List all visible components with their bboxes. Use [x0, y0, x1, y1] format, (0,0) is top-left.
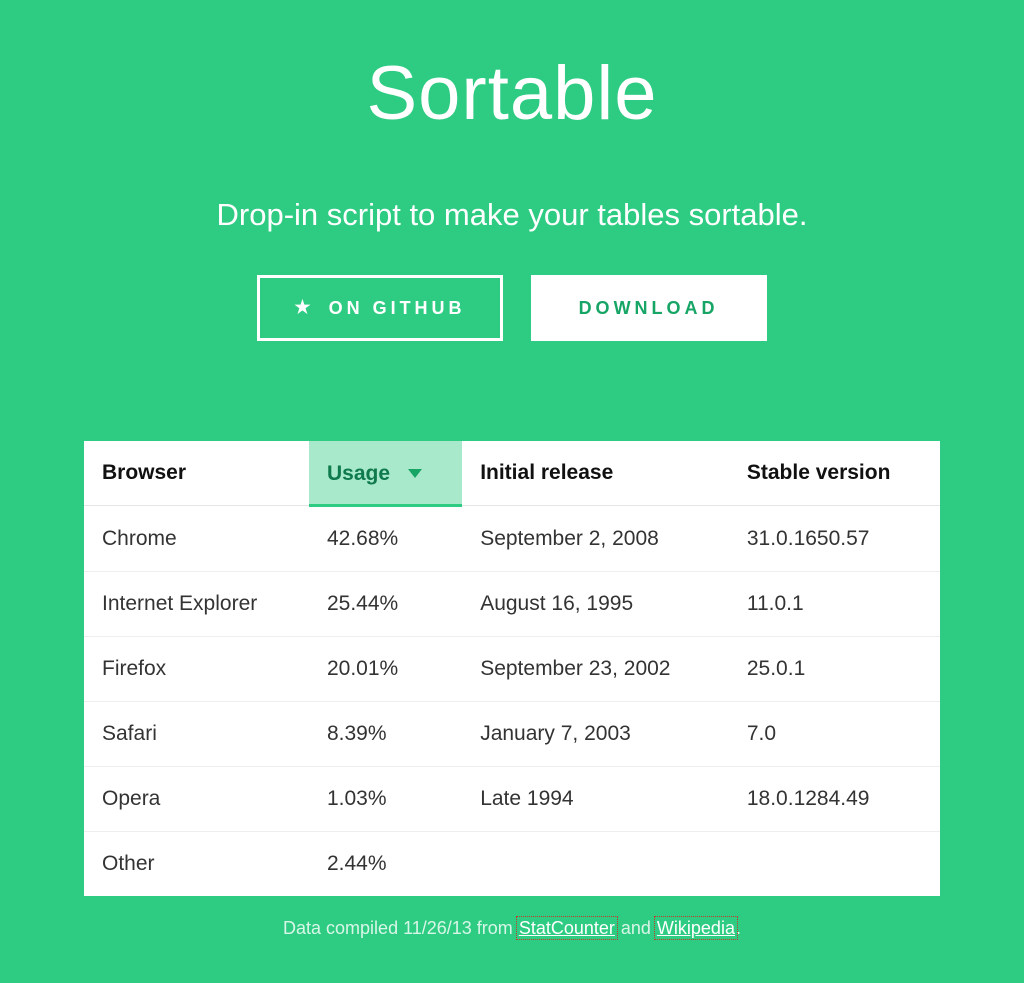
- cell-stable-version: 11.0.1: [729, 572, 940, 637]
- footnote-separator: and: [616, 918, 656, 938]
- cell-stable-version: 25.0.1: [729, 637, 940, 702]
- download-button[interactable]: Download: [531, 275, 767, 341]
- column-header-label: Browser: [102, 461, 186, 484]
- cell-usage: 25.44%: [309, 572, 462, 637]
- cell-usage: 20.01%: [309, 637, 462, 702]
- cell-stable-version: 31.0.1650.57: [729, 506, 940, 572]
- cell-stable-version: [729, 832, 940, 897]
- column-header-label: Stable version: [747, 461, 891, 484]
- button-row: ★ On GitHub Download: [0, 275, 1024, 341]
- cell-browser: Internet Explorer: [84, 572, 309, 637]
- cell-initial-release: September 23, 2002: [462, 637, 729, 702]
- browsers-table: Browser Usage Initial release Stable ver…: [84, 441, 940, 896]
- cell-browser: Safari: [84, 702, 309, 767]
- cell-usage: 42.68%: [309, 506, 462, 572]
- sort-desc-icon: [408, 469, 422, 478]
- table-row: Firefox 20.01% September 23, 2002 25.0.1: [84, 637, 940, 702]
- github-button[interactable]: ★ On GitHub: [257, 275, 502, 341]
- cell-browser: Opera: [84, 767, 309, 832]
- cell-browser: Chrome: [84, 506, 309, 572]
- footnote-link-statcounter[interactable]: StatCounter: [518, 918, 616, 938]
- table-row: Internet Explorer 25.44% August 16, 1995…: [84, 572, 940, 637]
- column-header-label: Usage: [327, 462, 390, 485]
- page-subtitle: Drop-in script to make your tables sorta…: [0, 197, 1024, 233]
- cell-usage: 1.03%: [309, 767, 462, 832]
- star-icon: ★: [294, 297, 314, 318]
- footnote-link-wikipedia[interactable]: Wikipedia: [656, 918, 736, 938]
- cell-initial-release: January 7, 2003: [462, 702, 729, 767]
- cell-initial-release: Late 1994: [462, 767, 729, 832]
- column-header-usage[interactable]: Usage: [309, 441, 462, 506]
- cell-stable-version: 7.0: [729, 702, 940, 767]
- cell-initial-release: August 16, 1995: [462, 572, 729, 637]
- table-row: Chrome 42.68% September 2, 2008 31.0.165…: [84, 506, 940, 572]
- column-header-initial-release[interactable]: Initial release: [462, 441, 729, 506]
- cell-browser: Firefox: [84, 637, 309, 702]
- table-row: Opera 1.03% Late 1994 18.0.1284.49: [84, 767, 940, 832]
- footnote-prefix: Data compiled 11/26/13 from: [283, 918, 518, 938]
- table-row: Other 2.44%: [84, 832, 940, 897]
- download-button-label: Download: [579, 298, 719, 319]
- footnote-suffix: .: [736, 918, 741, 938]
- cell-initial-release: [462, 832, 729, 897]
- page-title: Sortable: [0, 50, 1024, 137]
- cell-usage: 2.44%: [309, 832, 462, 897]
- footnote: Data compiled 11/26/13 from StatCounter …: [84, 918, 940, 939]
- cell-initial-release: September 2, 2008: [462, 506, 729, 572]
- table-body: Chrome 42.68% September 2, 2008 31.0.165…: [84, 506, 940, 897]
- column-header-label: Initial release: [480, 461, 613, 484]
- cell-usage: 8.39%: [309, 702, 462, 767]
- table-header-row: Browser Usage Initial release Stable ver…: [84, 441, 940, 506]
- column-header-browser[interactable]: Browser: [84, 441, 309, 506]
- github-button-label: On GitHub: [329, 298, 466, 319]
- cell-stable-version: 18.0.1284.49: [729, 767, 940, 832]
- table-row: Safari 8.39% January 7, 2003 7.0: [84, 702, 940, 767]
- column-header-stable-version[interactable]: Stable version: [729, 441, 940, 506]
- cell-browser: Other: [84, 832, 309, 897]
